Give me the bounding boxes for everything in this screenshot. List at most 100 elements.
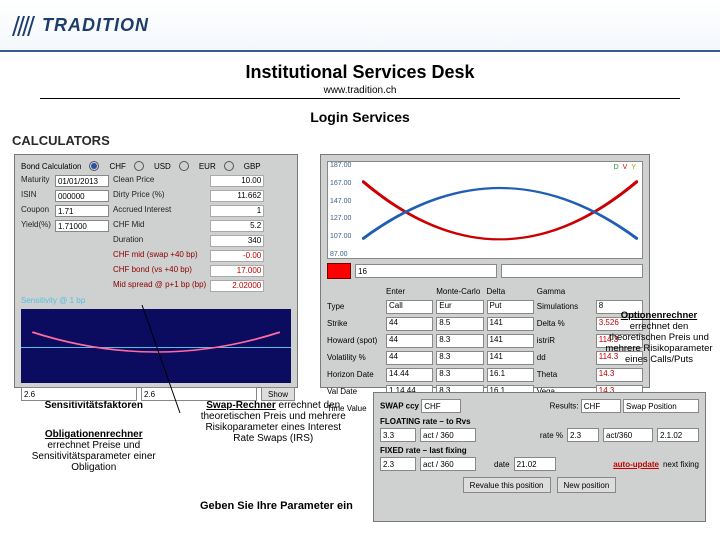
brand-logo: TRADITION [8,14,149,36]
bond-calc-label: Bond Calculation [21,162,81,171]
swap-float-rate-c[interactable] [657,428,699,442]
page-title: Institutional Services Desk [0,62,720,83]
swap-revalue-button[interactable]: Revalue this position [463,477,551,493]
bond-sensitivity-chart [21,309,291,383]
instruction-text: Geben Sie Ihre Parameter ein [200,500,353,512]
swap-calculator-panel: SWAP ccy Results: FLOATING rate – to Rvs… [373,392,706,522]
swap-autoupdate-link[interactable]: auto-update [613,460,659,469]
cell[interactable]: 8.3 [436,351,483,365]
gh: Monte-Carlo [436,285,483,297]
rl: Simulations [537,300,593,312]
caption-left-col: Sensitivitätsfaktoren Obligationenrechne… [14,392,174,473]
swap-fixed-date[interactable] [514,457,556,471]
ccy-radio-usd[interactable] [134,161,144,171]
swap-float-rate-b[interactable] [603,428,653,442]
cell[interactable]: 44 [386,317,433,331]
bond-currency-row: Bond Calculation CHF USD EUR GBP [21,161,291,171]
caption-opt-body: errechnet den theoretischen Preis und me… [605,321,712,365]
lbl: Accrued Interest [113,205,206,217]
bond-graph-label: Sensitivity @ 1 bp [21,296,291,305]
swap-float-rate-a[interactable] [567,428,599,442]
options-calculator-panel: Hop. prefs Calc to market 187.00 167.00 … [320,154,650,388]
brand-header: TRADITION [0,0,720,52]
title-block: Institutional Services Desk www.traditio… [0,62,720,96]
swap-res-b[interactable] [623,399,699,413]
cell[interactable]: 8.5 [436,317,483,331]
bond-bottom-in2[interactable] [141,387,257,401]
ylab: 187.00 [330,162,351,169]
cell[interactable]: 8.3 [436,334,483,348]
val: 11.662 [210,190,264,202]
swap-fixed-in1[interactable] [380,457,416,471]
swap-fixed-in2[interactable] [420,457,476,471]
ccy-radio-chf[interactable] [89,161,99,171]
val-cleanprice: 10.00 [210,175,264,187]
cell[interactable]: 8.3 [436,368,483,382]
opt-color-in[interactable] [355,264,497,278]
section-label: CALCULATORS [0,133,720,154]
bond-show-button[interactable]: Show [261,387,295,401]
gh: Delta [487,285,534,297]
lbl: rate % [540,431,563,440]
rl: Howard (spot) [327,334,383,346]
rl: Delta % [537,317,593,329]
tradition-logo-icon [8,14,36,36]
caption-opt-head: Optionenrechner [621,310,698,321]
caption-swap-head: Swap-Rechner [206,400,275,411]
gh [327,285,383,297]
ylab: 87.00 [330,251,351,258]
bond-bottom-in1[interactable] [21,387,137,401]
swap-float-label: FLOATING rate – to Rvs [380,417,471,426]
bond-left-labels: Maturity ISIN Coupon Yield(%) [21,175,51,292]
lbl: Duration [113,235,206,247]
swap-ccy-in[interactable] [421,399,461,413]
lbl-coupon: Coupon [21,205,51,217]
swap-float-in1[interactable] [380,428,416,442]
cell[interactable]: 141 [487,334,534,348]
cell[interactable]: Eur [436,300,483,314]
gh: Enter [386,285,433,297]
divider [40,98,680,99]
cell[interactable]: 44 [386,334,433,348]
ccy-radio-eur[interactable] [179,161,189,171]
bond-calculator-panel: Bond Calculation CHF USD EUR GBP Maturit… [14,154,298,388]
ylab: 107.00 [330,233,351,240]
cell[interactable]: 14.44 [386,368,433,382]
swap-fixed-label: FIXED rate – last fixing [380,446,467,455]
swap-res-a[interactable] [581,399,621,413]
lbl: Mid spread @ p+1 bp (bp) [113,280,206,292]
rl: Strike [327,317,383,329]
opt-color-swatch[interactable] [327,263,351,279]
in-coupon[interactable] [55,205,109,217]
val: 1 [210,205,264,217]
ccy-label: EUR [199,162,216,171]
cell[interactable]: 44 [386,351,433,365]
lbl-maturity: Maturity [21,175,51,187]
swap-header: SWAP ccy Results: [380,399,699,413]
ylab: 127.00 [330,215,351,222]
ccy-label: USD [154,162,171,171]
in-isin[interactable] [55,190,109,202]
val: -0.00 [210,250,264,262]
cell[interactable]: 141 [487,351,534,365]
rl: Horizon Date [327,368,383,380]
lbl: CHF bond (vs +40 bp) [113,265,206,277]
in-maturity[interactable] [55,175,109,187]
site-url: www.tradition.ch [0,85,720,96]
cell[interactable]: Put [487,300,534,314]
swap-buttons: Revalue this position New position [380,477,699,493]
cell[interactable]: Call [386,300,433,314]
rl: dd [537,351,593,363]
lbl: CHF Mid [113,220,206,232]
swap-float-in2[interactable] [420,428,476,442]
bond-right-values: 10.00 11.662 1 5.2 340 -0.00 17.000 2.02… [210,175,264,292]
in-yield[interactable] [55,220,109,232]
cell[interactable]: 16.1 [487,368,534,382]
cell[interactable]: 141 [487,317,534,331]
swap-hdr-left: SWAP ccy [380,402,419,411]
caption-oblig-head: Obligationenrechner [14,429,174,440]
ccy-radio-gbp[interactable] [224,161,234,171]
opt-color-in2[interactable] [501,264,643,278]
swap-newpos-button[interactable]: New position [557,477,617,493]
caption-options: Optionenrechner errechnet den theoretisc… [604,310,714,365]
